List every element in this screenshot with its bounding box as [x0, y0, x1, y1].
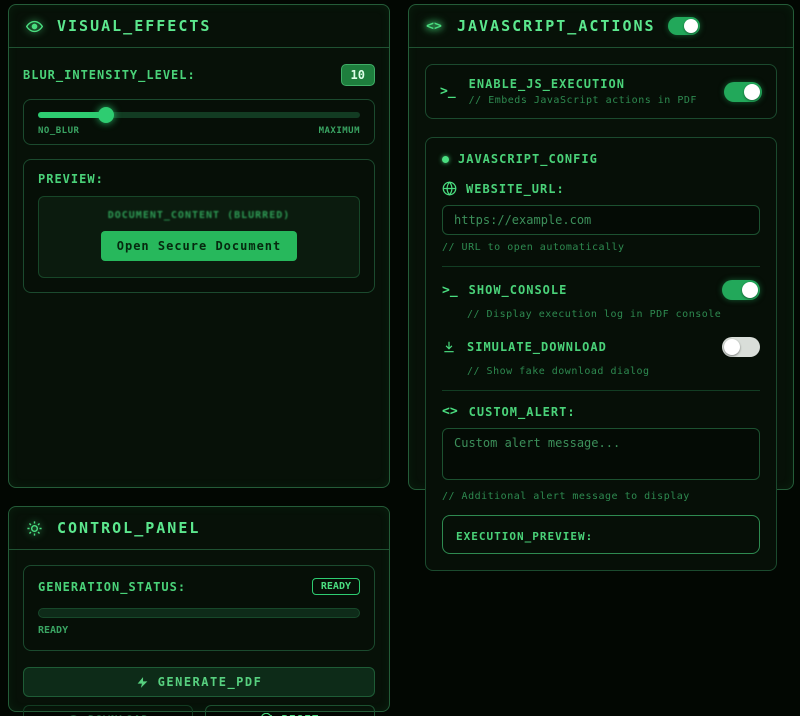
visual-effects-panel: VISUAL_EFFECTS BLUR_INTENSITY_LEVEL: 10 …	[8, 4, 390, 488]
panel-title: CONTROL_PANEL	[57, 519, 200, 537]
eye-icon	[23, 15, 45, 37]
reset-icon	[260, 713, 273, 716]
preview-label: PREVIEW:	[38, 172, 360, 186]
show-console-hint: // Display execution log in PDF console	[467, 309, 760, 320]
custom-alert-hint: // Additional alert message to display	[442, 491, 760, 502]
globe-icon	[442, 181, 457, 196]
divider	[442, 266, 760, 267]
visual-effects-header: VISUAL_EFFECTS	[9, 5, 389, 48]
code-brackets-icon: <>	[442, 404, 458, 419]
reset-label: RESET	[281, 713, 319, 716]
simulate-download-hint: // Show fake download dialog	[467, 366, 760, 377]
blurred-document-text: DOCUMENT_CONTENT (BLURRED)	[49, 210, 349, 221]
terminal-icon: >_	[442, 283, 458, 298]
blur-intensity-label: BLUR_INTENSITY_LEVEL:	[23, 68, 196, 82]
javascript-actions-master-toggle[interactable]	[668, 17, 700, 35]
preview-container: PREVIEW: DOCUMENT_CONTENT (BLURRED) Open…	[23, 159, 375, 293]
enable-js-label: ENABLE_JS_EXECUTION	[469, 77, 697, 91]
generation-progress-bar	[38, 608, 360, 618]
reset-button[interactable]: RESET	[205, 705, 375, 716]
execution-preview-label: EXECUTION_PREVIEW:	[456, 530, 593, 543]
lightning-icon	[136, 676, 149, 689]
javascript-config-section: JAVASCRIPT_CONFIG WEBSITE_URL: // URL to…	[425, 137, 777, 571]
simulate-download-label: SIMULATE_DOWNLOAD	[467, 340, 711, 354]
custom-alert-label: CUSTOM_ALERT:	[469, 405, 760, 419]
blur-slider-container: NO_BLUR MAXIMUM	[23, 99, 375, 145]
open-secure-document-button[interactable]: Open Secure Document	[101, 231, 298, 261]
generate-pdf-label: GENERATE_PDF	[158, 675, 263, 689]
download-icon	[442, 340, 456, 354]
generation-status-box: GENERATION_STATUS: READY READY	[23, 565, 375, 651]
panel-title: VISUAL_EFFECTS	[57, 17, 211, 35]
toggle-knob	[724, 339, 740, 355]
divider	[442, 390, 760, 391]
website-url-label: WEBSITE_URL:	[466, 182, 565, 196]
config-section-title: JAVASCRIPT_CONFIG	[458, 152, 598, 166]
code-brackets-icon: <>	[423, 15, 445, 37]
javascript-actions-header: <> JAVASCRIPT_ACTIONS	[409, 5, 793, 48]
simulate-download-toggle[interactable]	[722, 337, 760, 357]
blur-slider-fill	[38, 112, 106, 118]
document-preview: DOCUMENT_CONTENT (BLURRED) Open Secure D…	[38, 196, 360, 278]
website-url-hint: // URL to open automatically	[442, 242, 760, 253]
custom-alert-textarea[interactable]	[442, 428, 760, 480]
status-badge: READY	[312, 578, 360, 595]
execution-preview-box: EXECUTION_PREVIEW:	[442, 515, 760, 554]
toggle-knob	[744, 84, 760, 100]
status-text: READY	[38, 625, 360, 636]
enable-js-hint: // Embeds JavaScript actions in PDF	[469, 95, 697, 106]
download-button[interactable]: DOWNLOAD	[23, 705, 193, 716]
eye-icon	[67, 713, 80, 716]
status-dot-icon	[442, 156, 449, 163]
blur-value-badge: 10	[341, 64, 375, 86]
slider-min-label: NO_BLUR	[38, 126, 79, 136]
toggle-knob	[684, 19, 698, 33]
blur-slider[interactable]	[38, 112, 360, 118]
control-panel-header: CONTROL_PANEL	[9, 507, 389, 550]
enable-js-row: >_ ENABLE_JS_EXECUTION // Embeds JavaScr…	[425, 64, 777, 119]
panel-title: JAVASCRIPT_ACTIONS	[457, 17, 656, 35]
blur-slider-thumb[interactable]	[98, 107, 114, 123]
terminal-icon: >_	[440, 84, 456, 99]
javascript-actions-panel: <> JAVASCRIPT_ACTIONS >_ ENABLE_JS_EXECU…	[408, 4, 794, 490]
generate-pdf-button[interactable]: GENERATE_PDF	[23, 667, 375, 697]
gear-icon	[23, 517, 45, 539]
slider-max-label: MAXIMUM	[319, 126, 360, 136]
show-console-toggle[interactable]	[722, 280, 760, 300]
show-console-label: SHOW_CONSOLE	[469, 283, 711, 297]
pdf-generator-app: VISUAL_EFFECTS BLUR_INTENSITY_LEVEL: 10 …	[0, 0, 800, 716]
download-label: DOWNLOAD	[88, 713, 149, 716]
generation-status-label: GENERATION_STATUS:	[38, 580, 186, 594]
control-panel: CONTROL_PANEL GENERATION_STATUS: READY R…	[8, 506, 390, 712]
website-url-input[interactable]	[442, 205, 760, 235]
enable-js-toggle[interactable]	[724, 82, 762, 102]
toggle-knob	[742, 282, 758, 298]
